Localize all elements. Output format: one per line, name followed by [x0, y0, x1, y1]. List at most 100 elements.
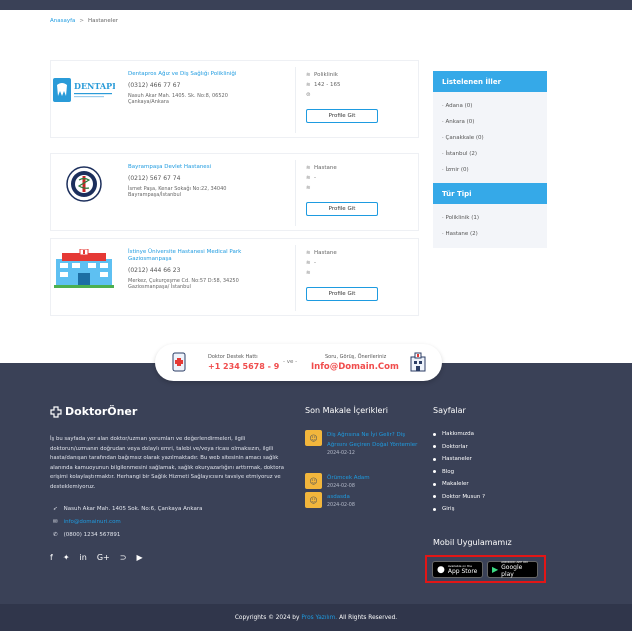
- footer-description: İş bu sayfada yer alan doktor/uzman yoru…: [50, 436, 284, 490]
- googleplus-icon[interactable]: G+: [97, 553, 110, 562]
- article-item[interactable]: ☺ Örümcek Adam 2024-02-08: [305, 473, 421, 491]
- article-date: 2024-02-08: [327, 503, 355, 508]
- type-icon: ≋: [306, 250, 311, 256]
- hospital-card: DENTAPROS Dentapros Ağız ve Diş Sağlığı …: [50, 60, 419, 138]
- phone-icon: ✆: [53, 532, 58, 538]
- profile-button[interactable]: Profile Git: [306, 287, 378, 301]
- type-icon: ≋: [306, 165, 311, 171]
- twitter-icon[interactable]: ✦: [63, 553, 70, 562]
- footer-phone[interactable]: ✆ (0800) 1234 567891: [53, 532, 120, 538]
- article-thumbnail: ☺: [305, 430, 322, 446]
- location-icon: ≋: [306, 185, 311, 191]
- city-item-adana[interactable]: · Adana (0): [442, 98, 538, 114]
- card-meta: ≋ Poliklinik ≋ 142 - 165 ⊜: [306, 70, 340, 100]
- copyright-bar: Copyrights © 2024 by Pros Yazılım. All R…: [0, 604, 632, 631]
- breadcrumb-separator: >: [79, 18, 85, 24]
- support-phone[interactable]: +1 234 5678 - 9: [208, 362, 279, 371]
- page-link-blog[interactable]: Blog: [433, 466, 485, 479]
- brand-cross-icon: [50, 405, 62, 418]
- footer-address: ➶ Nasuh Akar Mah. 1405 Sok. No:6, Çankay…: [53, 506, 203, 512]
- profile-button[interactable]: Profile Git: [306, 109, 378, 123]
- pages-title: Sayfalar: [433, 406, 466, 415]
- page-link-makaleler[interactable]: Makaleler: [433, 478, 485, 491]
- pages-list: Hakkımızda Doktorlar Hastaneler Blog Mak…: [433, 428, 485, 516]
- company-link[interactable]: Pros Yazılım.: [301, 615, 337, 621]
- page-link-doktorlar[interactable]: Doktorlar: [433, 441, 485, 454]
- card-info: İstinye Üniversite Hastanesi Medical Par…: [128, 249, 253, 290]
- support-hospital-icon: [410, 352, 426, 372]
- support-email[interactable]: Info@Domain.Com: [311, 362, 399, 372]
- apple-icon: ●: [437, 564, 445, 575]
- card-title[interactable]: Dentapros Ağız ve Diş Sağlığı Polikliniğ…: [128, 71, 253, 78]
- cities-panel-title: Listelenen İller: [433, 71, 547, 92]
- article-item[interactable]: ☺ Diş Ağrısına Ne İyi Gelir? Diş Ağrısın…: [305, 430, 421, 458]
- social-links: f ✦ in G+ ⊃ ▶: [50, 553, 143, 562]
- profile-button[interactable]: Profile Git: [306, 202, 378, 216]
- article-date: 2024-02-08: [327, 484, 355, 489]
- card-address: Merkez, Çukurçeşme Cd. No:57 D:58, 34250…: [128, 278, 239, 290]
- cities-panel: Listelenen İller · Adana (0) · Ankara (0…: [433, 71, 547, 184]
- hospital-logo[interactable]: [53, 164, 115, 204]
- city-item-istanbul[interactable]: · İstanbul (2): [442, 146, 538, 162]
- article-date: 2024-02-12: [327, 451, 355, 456]
- card-phone: (0212) 567 67 74: [128, 175, 181, 182]
- linkedin-icon[interactable]: in: [80, 553, 87, 562]
- mail-icon: ✉: [53, 519, 58, 525]
- card-meta: ≋ Hastane ≋ - ≋: [306, 248, 337, 278]
- app-store-button[interactable]: ● Available on the App Store: [432, 561, 483, 578]
- google-play-button[interactable]: ▶ ANDROID APP ON Google play: [487, 561, 538, 578]
- type-item-hastane[interactable]: · Hastane (2): [442, 226, 538, 242]
- rss-icon[interactable]: ⊃: [120, 553, 127, 562]
- cities-list: · Adana (0) · Ankara (0) · Çanakkale (0)…: [433, 92, 547, 184]
- card-address: İsmet Paşa, Kenar Sokağı No:22, 34040 Ba…: [128, 186, 227, 198]
- card-address: Nasuh Akar Mah. 1405. Sk. No:8, 06520 Ça…: [128, 93, 228, 105]
- card-extra: -: [314, 175, 316, 181]
- card-phone: (0312) 466 77 67: [128, 82, 181, 89]
- card-type: Poliklinik: [314, 72, 338, 78]
- footer-brand[interactable]: DoktorÖner: [50, 405, 137, 418]
- card-info: Bayrampaşa Devlet Hastanesi (0212) 567 6…: [128, 164, 253, 198]
- support-email-label: Soru, Görüş, Önerileriniz: [325, 354, 387, 360]
- city-item-canakkale[interactable]: · Çanakkale (0): [442, 130, 538, 146]
- brand-name: DoktorÖner: [65, 405, 138, 418]
- card-title[interactable]: İstinye Üniversite Hastanesi Medical Par…: [128, 249, 253, 263]
- card-title[interactable]: Bayrampaşa Devlet Hastanesi: [128, 164, 253, 171]
- types-panel: Tür Tipi · Poliklinik (1) · Hastane (2): [433, 183, 547, 248]
- card-divider: [295, 160, 296, 226]
- breadcrumb-home-link[interactable]: Anasayfa: [50, 18, 75, 24]
- article-title[interactable]: Diş Ağrısına Ne İyi Gelir? Diş Ağrısını …: [327, 430, 421, 450]
- info-icon: ≋: [306, 82, 311, 88]
- facebook-icon[interactable]: f: [50, 553, 53, 562]
- card-extra: -: [314, 260, 316, 266]
- page-link-hakkimizda[interactable]: Hakkımızda: [433, 428, 485, 441]
- page-link-giris[interactable]: Giriş: [433, 503, 485, 516]
- card-type: Hastane: [314, 165, 337, 171]
- article-title[interactable]: asdasda: [327, 492, 421, 502]
- article-title[interactable]: Örümcek Adam: [327, 473, 421, 483]
- footer-email[interactable]: ✉ info@domainuri.com: [53, 519, 121, 525]
- city-item-izmir[interactable]: · İzmir (0): [442, 162, 538, 178]
- card-divider: [295, 245, 296, 311]
- clinic-logo[interactable]: DENTAPROS: [53, 71, 115, 111]
- location-icon: ⊜: [306, 92, 311, 98]
- card-divider: [295, 67, 296, 133]
- article-thumbnail: ☺: [305, 492, 322, 508]
- info-icon: ≋: [306, 175, 311, 181]
- type-item-poliklinik[interactable]: · Poliklinik (1): [442, 210, 538, 226]
- hospital-image[interactable]: [53, 249, 115, 289]
- card-info: Dentapros Ağız ve Diş Sağlığı Polikliniğ…: [128, 71, 253, 105]
- types-list: · Poliklinik (1) · Hastane (2): [433, 204, 547, 248]
- clinic-logo-text: DENTAPROS: [74, 81, 115, 91]
- support-banner: Doktor Destek Hattı +1 234 5678 - 9 - ve…: [155, 344, 442, 381]
- hospital-card: Bayrampaşa Devlet Hastanesi (0212) 567 6…: [50, 153, 419, 231]
- card-phone: (0212) 444 66 23: [128, 267, 181, 274]
- page-link-doktor-musun[interactable]: Doktor Musun ?: [433, 491, 485, 504]
- youtube-icon[interactable]: ▶: [136, 553, 142, 562]
- page-link-hastaneler[interactable]: Hastaneler: [433, 453, 485, 466]
- article-item[interactable]: ☺ asdasda 2024-02-08: [305, 492, 421, 510]
- top-bar: [0, 0, 632, 10]
- city-item-ankara[interactable]: · Ankara (0): [442, 114, 538, 130]
- support-doctor-icon: [172, 352, 186, 372]
- breadcrumb: Anasayfa > Hastaneler: [50, 18, 118, 24]
- location-arrow-icon: ➶: [53, 506, 58, 512]
